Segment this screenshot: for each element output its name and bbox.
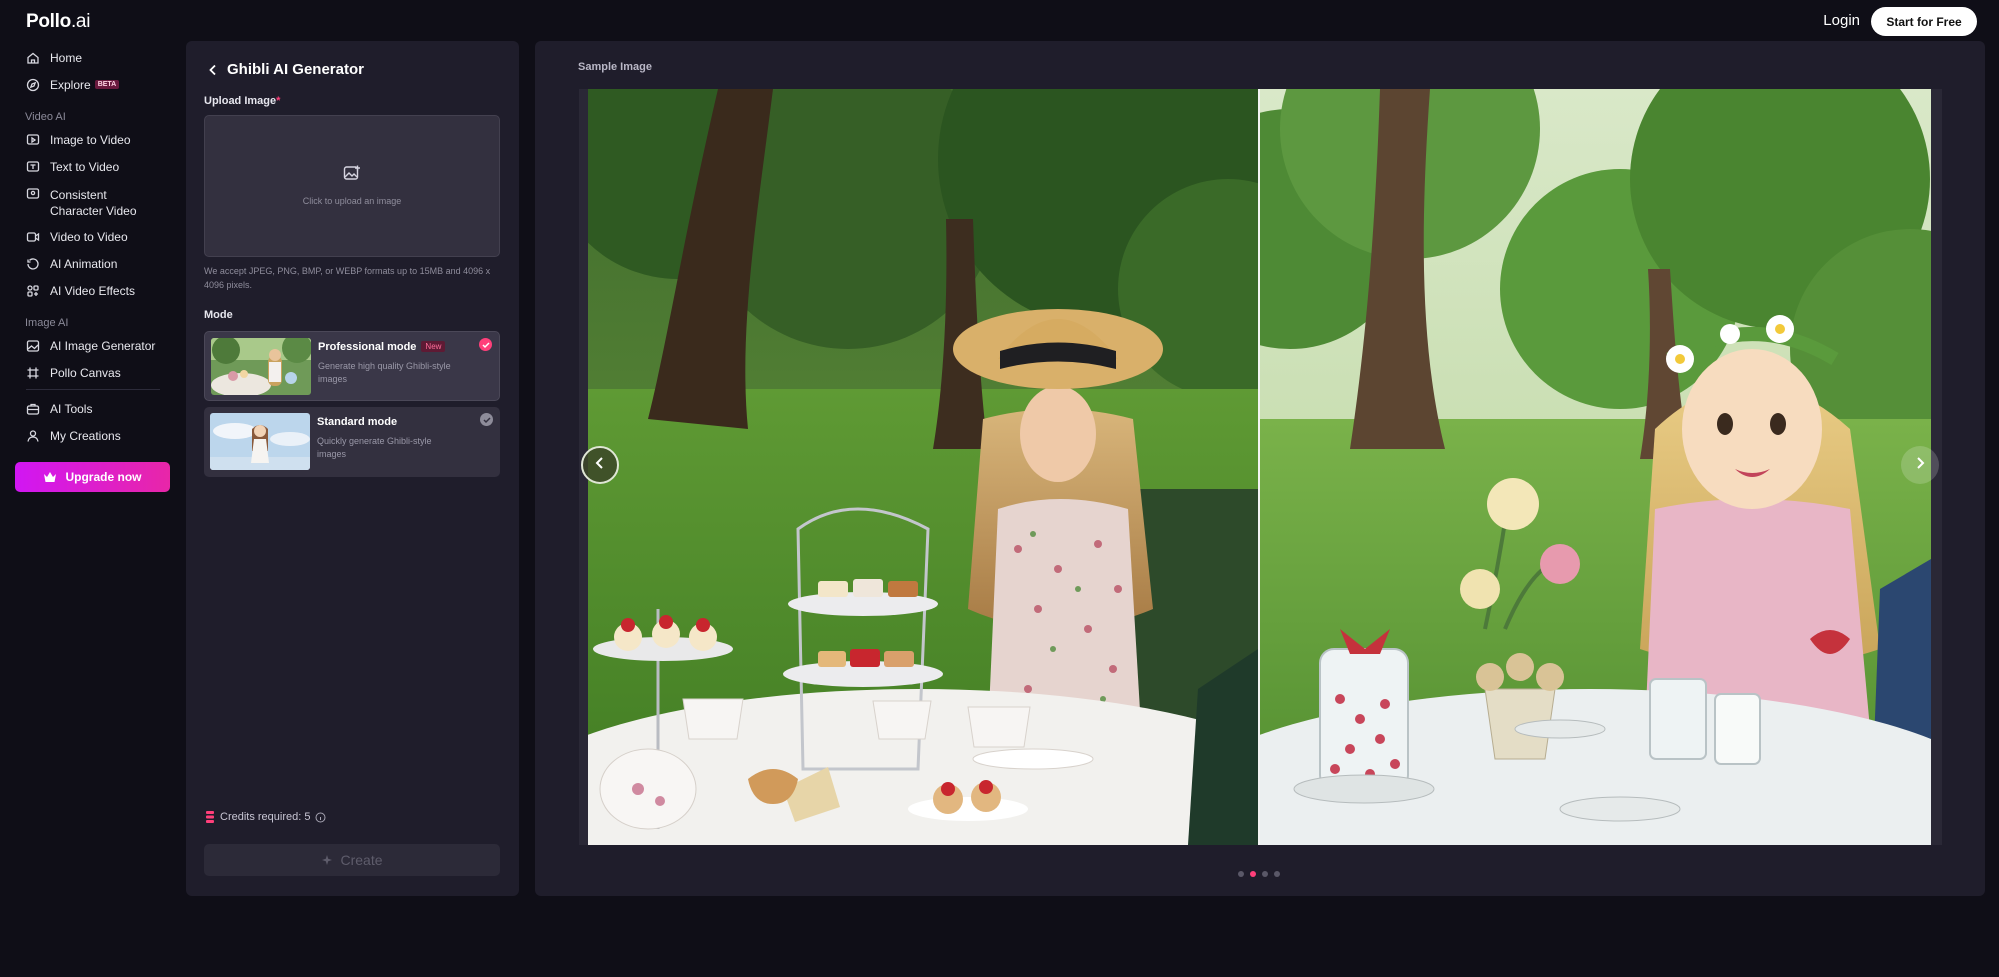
user-icon [24, 429, 42, 443]
sidebar-item-text-to-video[interactable]: Text to Video [24, 160, 119, 174]
upload-image-icon [343, 164, 361, 187]
upload-dropzone[interactable]: Click to upload an image [204, 115, 500, 257]
sidebar-item-my-creations[interactable]: My Creations [24, 429, 121, 443]
mode-option-standard[interactable]: Standard mode Quickly generate Ghibli-st… [204, 407, 500, 477]
sidebar: Home Explore BETA Video AI Image to Video… [0, 44, 180, 977]
professional-mode-thumbnail [211, 338, 311, 395]
back-chevron-icon[interactable] [208, 64, 218, 76]
logo[interactable]: Pollo.ai [26, 11, 90, 33]
beta-badge: BETA [94, 80, 120, 89]
page-title: Ghibli AI Generator [227, 61, 364, 78]
character-video-icon [24, 187, 42, 201]
video-convert-icon [24, 230, 42, 244]
toolbox-icon [24, 402, 42, 416]
sparkle-icon [321, 854, 333, 866]
create-button[interactable]: Create [204, 844, 500, 876]
before-after-comparison[interactable] [579, 89, 1942, 845]
canvas-icon [24, 366, 42, 380]
crown-icon [43, 471, 57, 483]
mode-option-professional[interactable]: Professional mode New Generate high quali… [204, 331, 500, 401]
mode-title: Professional mode New [318, 341, 446, 353]
home-icon [24, 51, 42, 65]
generator-panel: Ghibli AI Generator Upload Image* Click … [186, 41, 519, 896]
image-video-icon [24, 133, 42, 147]
top-bar: Pollo.ai Login Start for Free [0, 0, 1999, 44]
chevron-left-icon [595, 456, 605, 475]
sidebar-item-consistent-character-video[interactable]: Consistent Character Video [24, 187, 137, 219]
sidebar-item-home[interactable]: Home [24, 51, 82, 65]
animation-icon [24, 257, 42, 271]
next-slide-button[interactable] [1901, 446, 1939, 484]
credits-required: Credits required: 5 [206, 811, 326, 823]
sidebar-item-pollo-canvas[interactable]: Pollo Canvas [24, 366, 121, 380]
ghibli-style-result [1260, 89, 1931, 845]
credits-coin-icon [206, 811, 214, 823]
previous-slide-button[interactable] [581, 446, 619, 484]
mode-description: Quickly generate Ghibli-style images [317, 436, 432, 459]
effects-icon [24, 284, 42, 298]
carousel-dot-active[interactable] [1250, 871, 1256, 877]
start-for-free-button[interactable]: Start for Free [1871, 7, 1977, 36]
mode-label: Mode [204, 309, 233, 321]
chevron-right-icon [1915, 456, 1925, 475]
mode-title: Standard mode [317, 416, 398, 428]
mode-description: Generate high quality Ghibli-style image… [318, 361, 451, 384]
sidebar-item-ai-image-generator[interactable]: AI Image Generator [24, 339, 155, 353]
accepted-formats-note: We accept JPEG, PNG, BMP, or WEBP format… [204, 266, 491, 290]
section-label-video-ai: Video AI [25, 111, 66, 123]
text-video-icon [24, 160, 42, 174]
info-icon[interactable] [315, 812, 326, 823]
sidebar-divider [26, 389, 160, 390]
carousel-dot[interactable] [1238, 871, 1244, 877]
upload-image-label: Upload Image* [204, 95, 281, 107]
sidebar-item-ai-video-effects[interactable]: AI Video Effects [24, 284, 135, 298]
sidebar-item-ai-tools[interactable]: AI Tools [24, 402, 92, 416]
sidebar-item-ai-animation[interactable]: AI Animation [24, 257, 117, 271]
carousel-dot[interactable] [1274, 871, 1280, 877]
selected-check-icon [479, 338, 492, 351]
unselected-check-icon [480, 413, 493, 426]
sidebar-item-video-to-video[interactable]: Video to Video [24, 230, 128, 244]
standard-mode-thumbnail [210, 413, 310, 470]
new-badge: New [421, 341, 446, 352]
sample-image-label: Sample Image [578, 61, 652, 73]
login-link[interactable]: Login [1823, 12, 1860, 29]
sample-panel: Sample Image [535, 41, 1985, 896]
carousel-dot[interactable] [1262, 871, 1268, 877]
sidebar-item-image-to-video[interactable]: Image to Video [24, 133, 131, 147]
panel-header: Ghibli AI Generator [208, 61, 364, 78]
section-label-image-ai: Image AI [25, 317, 69, 329]
image-generator-icon [24, 339, 42, 353]
upload-hint: Click to upload an image [302, 196, 402, 206]
carousel-pagination [1238, 871, 1280, 877]
upgrade-now-button[interactable]: Upgrade now [15, 462, 170, 492]
original-photo [588, 89, 1258, 845]
compass-icon [24, 78, 42, 92]
sidebar-item-explore[interactable]: Explore BETA [24, 78, 120, 92]
